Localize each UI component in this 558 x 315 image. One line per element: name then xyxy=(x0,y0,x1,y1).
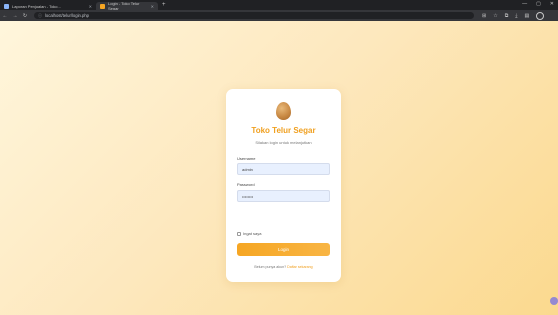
translate-icon[interactable]: ⊞ xyxy=(482,13,486,19)
url-text: localhost/telur/login.php xyxy=(45,13,89,18)
sidepanel-icon[interactable]: ▤ xyxy=(524,13,529,19)
window-controls: — ▢ ✕ xyxy=(522,1,554,7)
site-info-icon[interactable]: ⓘ xyxy=(38,13,42,19)
maximize-icon[interactable]: ▢ xyxy=(536,1,541,7)
bookmark-star-icon[interactable]: ☆ xyxy=(493,13,497,19)
browser-toolbar: ← → ↻ ⓘ localhost/telur/login.php ⊞ ☆ ⧉ … xyxy=(0,10,558,21)
register-prompt: Belum punya akun? Daftar sekarang xyxy=(226,265,341,269)
download-icon[interactable]: ⤓ xyxy=(515,13,517,19)
page-subtitle: Silakan login untuk melanjutkan xyxy=(255,140,312,145)
toolbar-icons: ⊞ ☆ ⧉ ⤓ ▤ xyxy=(482,11,545,20)
close-tab-icon[interactable]: ✕ xyxy=(151,4,154,9)
minimize-icon[interactable]: — xyxy=(522,1,527,7)
close-window-icon[interactable]: ✕ xyxy=(550,1,554,7)
extensions-icon[interactable]: ⧉ xyxy=(505,13,509,19)
egg-logo-icon xyxy=(276,102,291,120)
page-favicon-icon xyxy=(100,3,105,9)
browser-tab-bar: Laporan Penjualan - Toko... ✕ Login - To… xyxy=(0,0,558,11)
login-button[interactable]: Login xyxy=(237,243,330,256)
password-field[interactable]: •••••••• xyxy=(237,190,330,202)
browser-tab-active[interactable]: Login - Toko Telur Segar ✕ xyxy=(96,1,158,11)
close-tab-icon[interactable]: ✕ xyxy=(89,4,92,9)
password-label: Password xyxy=(237,182,255,187)
register-prompt-text: Belum punya akun? xyxy=(254,265,287,269)
assistant-bubble-icon[interactable] xyxy=(550,297,558,305)
address-bar[interactable]: ⓘ localhost/telur/login.php xyxy=(34,12,474,19)
browser-tab[interactable]: Laporan Penjualan - Toko... ✕ xyxy=(0,2,96,10)
remember-me-checkbox[interactable] xyxy=(237,232,241,236)
forward-icon[interactable]: → xyxy=(10,13,20,19)
remember-me-label[interactable]: Ingat saya xyxy=(243,231,261,236)
back-icon[interactable]: ← xyxy=(0,13,10,19)
new-tab-icon[interactable]: + xyxy=(162,2,166,8)
username-label: Username xyxy=(237,156,256,161)
profile-avatar-icon[interactable] xyxy=(536,11,545,20)
username-field[interactable]: admin xyxy=(237,163,330,175)
login-card: Toko Telur Segar Silakan login untuk mel… xyxy=(226,89,341,282)
page-favicon-icon xyxy=(4,3,9,9)
page-title: Toko Telur Segar xyxy=(251,126,316,135)
tab-title: Laporan Penjualan - Toko... xyxy=(12,3,61,9)
reload-icon[interactable]: ↻ xyxy=(20,13,30,19)
register-link[interactable]: Daftar sekarang xyxy=(287,265,313,269)
page-background: Toko Telur Segar Silakan login untuk mel… xyxy=(0,21,558,315)
